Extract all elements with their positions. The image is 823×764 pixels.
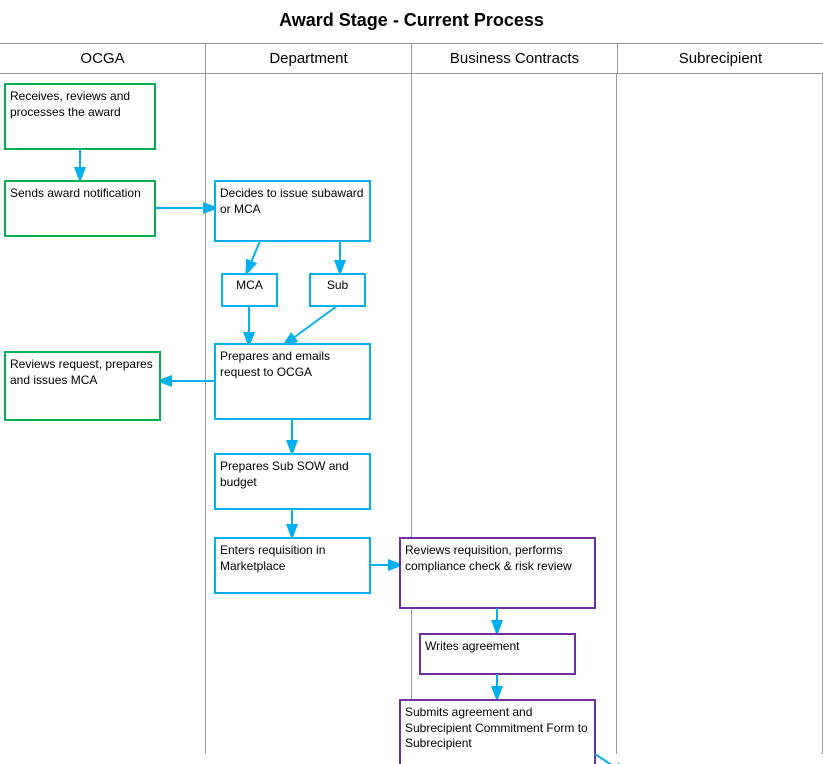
page-title: Award Stage - Current Process (0, 10, 823, 31)
lane-department (206, 74, 412, 754)
page: Award Stage - Current Process OCGA Depar… (0, 0, 823, 764)
swimlane-container: OCGA Department Business Contracts Subre… (0, 43, 823, 754)
body-row: Receives, reviews and processes the awar… (0, 74, 823, 754)
lane-ocga (0, 74, 206, 754)
header-ocga: OCGA (0, 44, 206, 73)
lane-subrecipient (617, 74, 823, 754)
header-business-contracts: Business Contracts (412, 44, 618, 73)
header-row: OCGA Department Business Contracts Subre… (0, 43, 823, 74)
header-subrecipient: Subrecipient (618, 44, 823, 73)
header-department: Department (206, 44, 412, 73)
lane-business-contracts (412, 74, 618, 754)
